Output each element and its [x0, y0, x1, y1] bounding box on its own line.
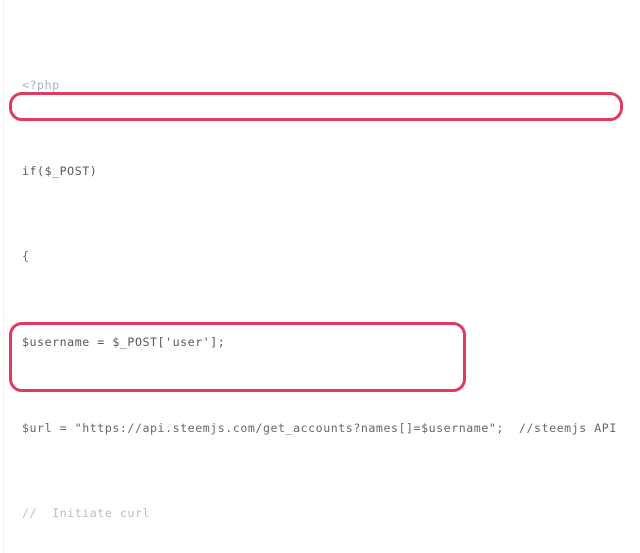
- code-line-text: <?php: [22, 78, 60, 93]
- code-line: {: [22, 246, 640, 267]
- code-line-text: {: [22, 249, 30, 264]
- code-line: <?php: [22, 75, 640, 96]
- code-line-url: $url = "https://api.steemjs.com/get_acco…: [22, 418, 640, 439]
- code-line-text: // Initiate curl: [22, 506, 151, 521]
- gutter-rule: [3, 0, 4, 553]
- code-line: if($_POST): [22, 161, 640, 182]
- code-line-text: if($_POST): [22, 163, 98, 178]
- code-line: $username = $_POST['user'];: [22, 332, 640, 353]
- code-viewer[interactable]: <?php if($_POST) { $username = $_POST['u…: [0, 0, 640, 553]
- code-line-text: $username = $_POST['user'];: [22, 335, 226, 350]
- code-line-comment: // Initiate curl: [22, 503, 640, 524]
- code-line-text: $url = "https://api.steemjs.com/get_acco…: [22, 420, 617, 435]
- code-line-list: <?php if($_POST) { $username = $_POST['u…: [22, 11, 640, 553]
